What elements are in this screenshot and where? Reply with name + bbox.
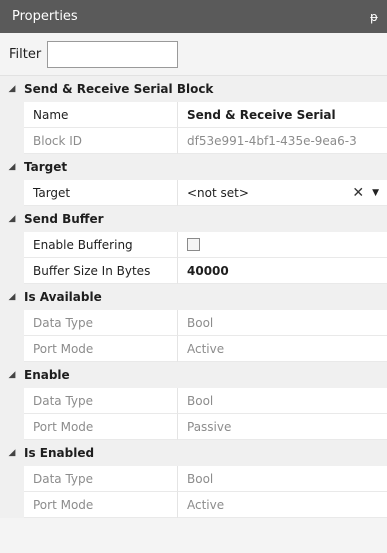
category-title: Enable xyxy=(24,368,70,382)
dropdown-arrow-icon[interactable]: ▼ xyxy=(372,188,379,198)
filter-label: Filter xyxy=(9,46,42,62)
property-row-data-type: Data Type Bool xyxy=(0,466,387,492)
enable-buffering-checkbox[interactable] xyxy=(187,238,200,251)
category-title: Is Available xyxy=(24,290,102,304)
category-title: Target xyxy=(24,160,68,174)
row-gutter xyxy=(0,102,24,128)
panel-title: Properties xyxy=(12,9,78,24)
property-name: Data Type xyxy=(24,466,178,492)
property-name: Block ID xyxy=(24,128,178,154)
row-gutter xyxy=(0,336,24,362)
target-select-value: <not set> xyxy=(187,185,249,200)
property-row-port-mode: Port Mode Active xyxy=(0,492,387,518)
property-value-enable-buffering xyxy=(178,232,387,258)
category-send-receive-serial-block[interactable]: ◢ Send & Receive Serial Block xyxy=(0,76,387,102)
panel-titlebar: Properties ᵽ xyxy=(0,0,387,33)
property-value-data-type: Bool xyxy=(178,388,387,414)
property-row-enable-buffering[interactable]: Enable Buffering xyxy=(0,232,387,258)
property-row-buffer-size[interactable]: Buffer Size In Bytes 40000 xyxy=(0,258,387,284)
property-row-data-type: Data Type Bool xyxy=(0,388,387,414)
category-enable[interactable]: ◢ Enable xyxy=(0,362,387,388)
property-grid: ◢ Send & Receive Serial Block Name Send … xyxy=(0,76,387,518)
row-gutter xyxy=(0,414,24,440)
property-value-port-mode: Active xyxy=(178,336,387,362)
property-name: Data Type xyxy=(24,388,178,414)
row-gutter xyxy=(0,492,24,518)
property-row-data-type: Data Type Bool xyxy=(0,310,387,336)
category-title: Send & Receive Serial Block xyxy=(24,82,214,96)
category-is-available[interactable]: ◢ Is Available xyxy=(0,284,387,310)
property-name: Port Mode xyxy=(24,492,178,518)
clear-icon[interactable]: ✕ xyxy=(352,185,364,201)
filter-bar: Filter xyxy=(0,33,387,76)
property-row-port-mode: Port Mode Passive xyxy=(0,414,387,440)
property-row-block-id: Block ID df53e991-4bf1-435e-9ea6-3 xyxy=(0,128,387,154)
category-title: Send Buffer xyxy=(24,212,104,226)
property-value-block-id: df53e991-4bf1-435e-9ea6-3 xyxy=(178,128,387,154)
row-gutter xyxy=(0,232,24,258)
row-gutter xyxy=(0,258,24,284)
expand-icon[interactable]: ◢ xyxy=(0,214,24,224)
category-is-enabled[interactable]: ◢ Is Enabled xyxy=(0,440,387,466)
category-target[interactable]: ◢ Target xyxy=(0,154,387,180)
property-name: Enable Buffering xyxy=(24,232,178,258)
property-value-name[interactable]: Send & Receive Serial xyxy=(178,102,387,128)
property-row-port-mode: Port Mode Active xyxy=(0,336,387,362)
category-title: Is Enabled xyxy=(24,446,95,460)
expand-icon[interactable]: ◢ xyxy=(0,162,24,172)
target-select[interactable]: <not set> ✕ ▼ xyxy=(178,180,387,206)
property-value-data-type: Bool xyxy=(178,466,387,492)
property-row-name[interactable]: Name Send & Receive Serial xyxy=(0,102,387,128)
row-gutter xyxy=(0,388,24,414)
property-name: Port Mode xyxy=(24,336,178,362)
filter-input[interactable] xyxy=(47,40,179,68)
property-name: Data Type xyxy=(24,310,178,336)
category-send-buffer[interactable]: ◢ Send Buffer xyxy=(0,206,387,232)
expand-icon[interactable]: ◢ xyxy=(0,448,24,458)
row-gutter xyxy=(0,466,24,492)
expand-icon[interactable]: ◢ xyxy=(0,370,24,380)
select-actions: ✕ ▼ xyxy=(352,185,379,201)
property-name: Name xyxy=(24,102,178,128)
row-gutter xyxy=(0,128,24,154)
row-gutter xyxy=(0,180,24,206)
expand-icon[interactable]: ◢ xyxy=(0,84,24,94)
property-value-data-type: Bool xyxy=(178,310,387,336)
pin-icon[interactable]: ᵽ xyxy=(370,10,378,24)
property-value-port-mode: Active xyxy=(178,492,387,518)
expand-icon[interactable]: ◢ xyxy=(0,292,24,302)
properties-panel: Properties ᵽ Filter ◢ Send & Receive Ser… xyxy=(0,0,387,553)
property-name: Buffer Size In Bytes xyxy=(24,258,178,284)
property-name: Target xyxy=(24,180,178,206)
property-value-port-mode: Passive xyxy=(178,414,387,440)
property-row-target[interactable]: Target <not set> ✕ ▼ xyxy=(0,180,387,206)
property-name: Port Mode xyxy=(24,414,178,440)
row-gutter xyxy=(0,310,24,336)
buffer-size-field[interactable]: 40000 xyxy=(178,258,387,284)
